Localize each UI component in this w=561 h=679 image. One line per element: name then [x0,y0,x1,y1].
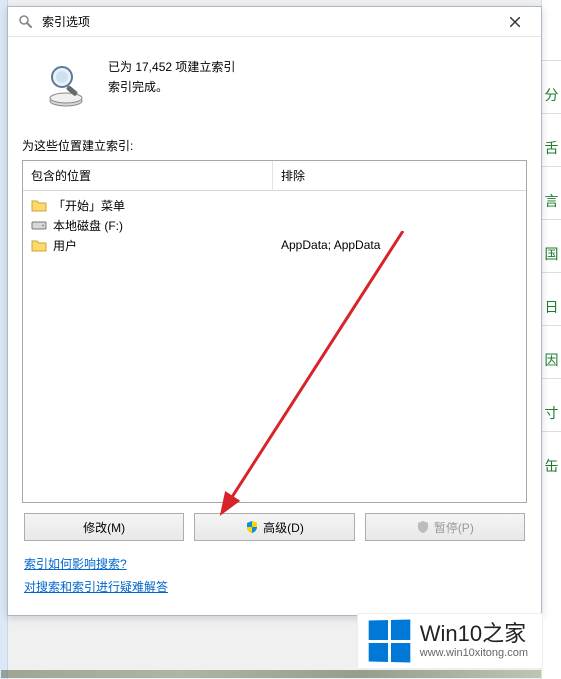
exclude-value [273,215,526,235]
locations-section-label: 为这些位置建立索引: [22,137,527,154]
button-label: 修改(M) [83,519,125,536]
location-label: 「开始」菜单 [53,197,125,214]
button-row: 修改(M) 高级(D) 暂停(P) [22,513,527,541]
indexing-complete-label: 索引完成。 [108,77,235,97]
dialog-body: 已为 17,452 项建立索引 索引完成。 为这些位置建立索引: 包含的位置 排… [8,37,541,615]
side-char: 言 [542,166,561,219]
link-troubleshoot-search-indexing[interactable]: 对搜索和索引进行疑难解答 [24,578,168,595]
close-button[interactable] [495,10,535,34]
indexed-locations-list[interactable]: 包含的位置 排除 「开始」菜单 本地磁盘 (F:) [22,160,527,503]
indexing-options-dialog: 索引选项 已为 17,452 项建立索引 索引完成。 [7,6,542,616]
background-right-strip: 分 舌 言 国 日 因 寸 缶 [541,0,561,679]
advanced-button[interactable]: 高级(D) [194,513,354,541]
taskbar-sliver [1,670,541,678]
location-label: 本地磁盘 (F:) [53,217,123,234]
folder-icon [31,198,47,212]
watermark-title: Win10之家 [420,623,528,645]
side-char: 寸 [542,378,561,431]
side-char: 因 [542,325,561,378]
included-column: 「开始」菜单 本地磁盘 (F:) 用户 [23,191,273,502]
dialog-title: 索引选项 [42,13,495,30]
column-header-included[interactable]: 包含的位置 [23,161,273,190]
magnifier-drive-icon [42,61,90,109]
column-header-excluded[interactable]: 排除 [273,161,526,190]
excluded-column: AppData; AppData [273,191,526,502]
windows-logo-icon [368,619,410,662]
exclude-value: AppData; AppData [273,235,526,255]
side-char: 分 [542,60,561,113]
list-item[interactable]: 本地磁盘 (F:) [23,215,273,235]
titlebar: 索引选项 [8,7,541,37]
index-status-text: 已为 17,452 项建立索引 索引完成。 [108,55,235,98]
exclude-value [273,195,526,215]
button-label: 暂停(P) [434,519,474,536]
uac-shield-icon [416,520,430,534]
side-char: 舌 [542,113,561,166]
watermark-url: www.win10xitong.com [420,647,528,659]
indexed-count-label: 已为 17,452 项建立索引 [108,57,235,77]
list-item[interactable]: 「开始」菜单 [23,195,273,215]
list-item[interactable]: 用户 [23,235,273,255]
indexing-options-icon [16,12,36,32]
locations-body: 「开始」菜单 本地磁盘 (F:) 用户 [23,191,526,502]
index-status-row: 已为 17,452 项建立索引 索引完成。 [22,55,527,109]
button-label: 高级(D) [263,519,304,536]
uac-shield-icon [245,520,259,534]
modify-button[interactable]: 修改(M) [24,513,184,541]
watermark: Win10之家 www.win10xitong.com [357,613,543,669]
locations-header-row: 包含的位置 排除 [23,161,526,191]
folder-icon [31,238,47,252]
pause-button: 暂停(P) [365,513,525,541]
side-char: 日 [542,272,561,325]
help-links: 索引如何影响搜索? 对搜索和索引进行疑难解答 [22,553,527,603]
side-char: 缶 [542,431,561,484]
location-label: 用户 [53,237,77,254]
side-char: 国 [542,219,561,272]
link-how-indexing-affects-search[interactable]: 索引如何影响搜索? [24,555,127,572]
drive-icon [31,218,47,232]
